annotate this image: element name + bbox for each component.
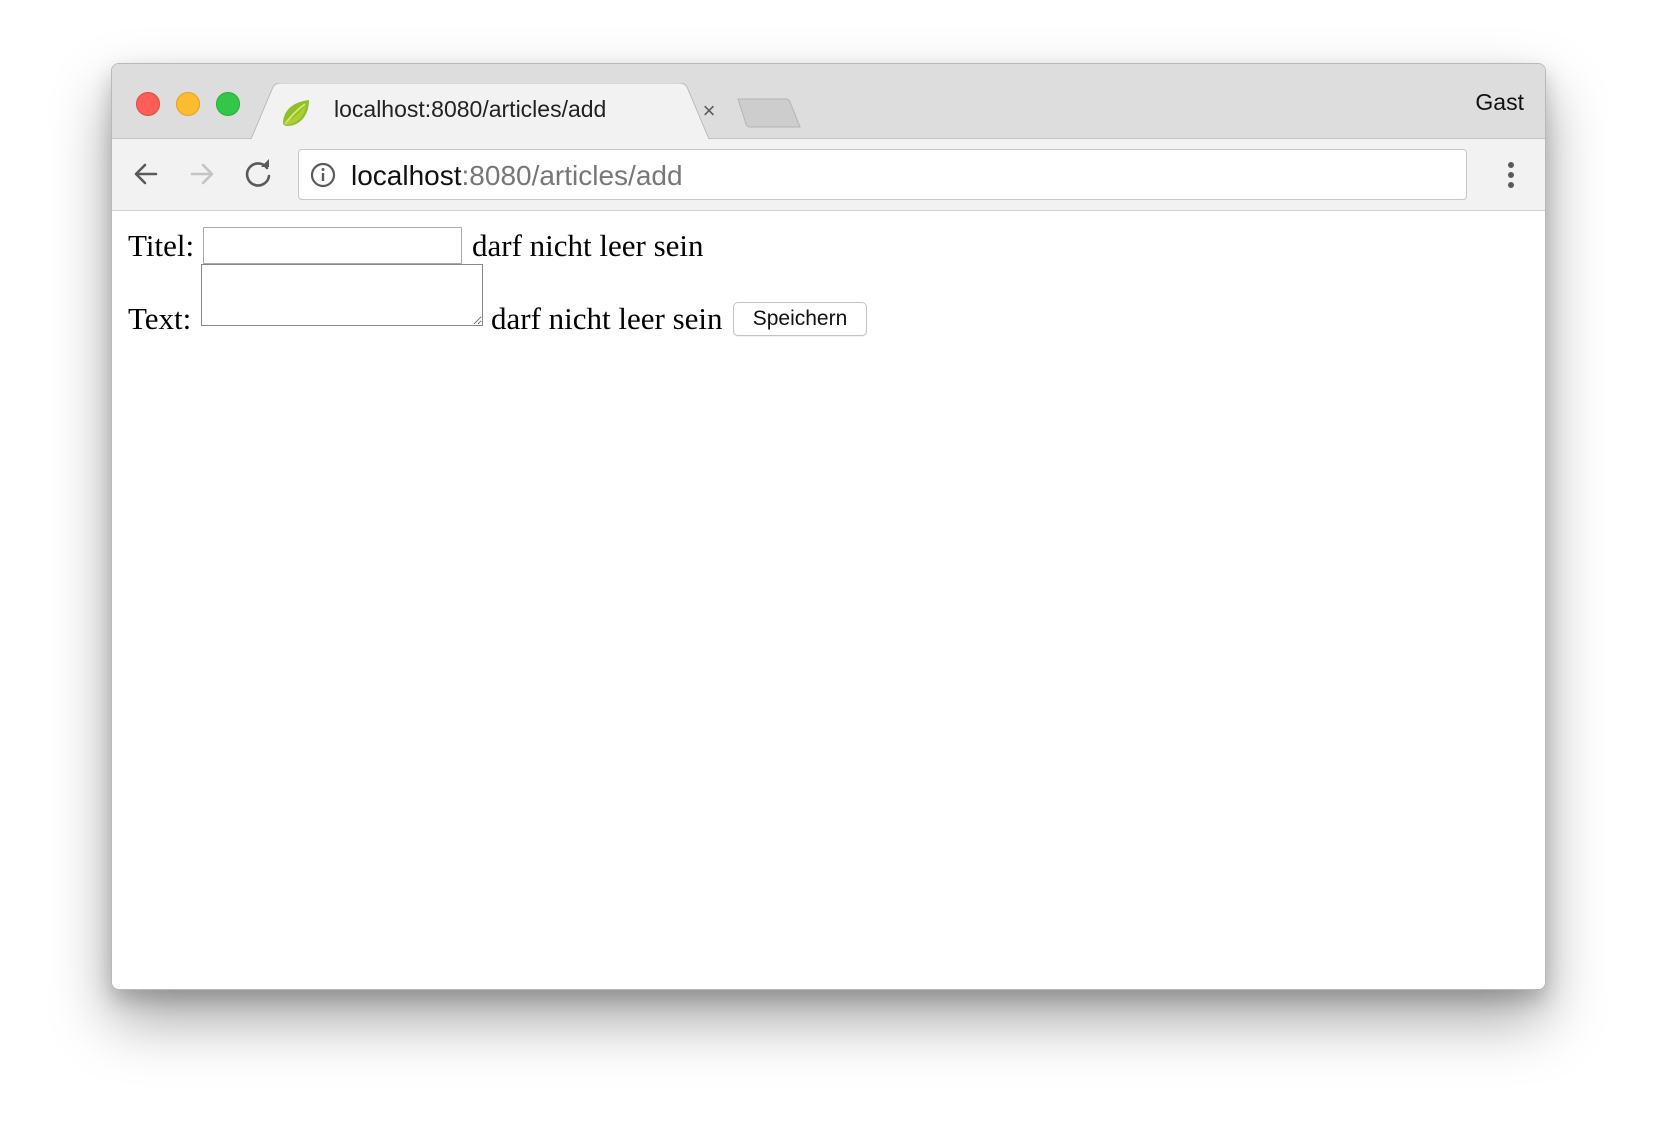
url-host: localhost — [351, 160, 462, 191]
close-window-button[interactable] — [136, 92, 160, 116]
browser-toolbar: localhost:8080/articles/add — [112, 139, 1545, 211]
url-text: localhost:8080/articles/add — [351, 160, 683, 192]
profile-label[interactable]: Gast — [1475, 89, 1524, 116]
tab-close-icon[interactable]: × — [695, 97, 723, 125]
arrow-right-icon[interactable] — [184, 156, 220, 192]
page-content: Titel: darf nicht leer sein Text: darf n… — [112, 211, 1545, 989]
title-error-message: darf nicht leer sein — [472, 228, 704, 263]
save-button[interactable]: Speichern — [733, 302, 867, 336]
maximize-window-button[interactable] — [216, 92, 240, 116]
text-error-message: darf nicht leer sein — [491, 301, 723, 336]
reload-icon[interactable] — [240, 156, 276, 192]
active-tab[interactable]: localhost:8080/articles/add × — [251, 83, 721, 139]
title-input[interactable] — [203, 227, 462, 264]
text-textarea[interactable] — [201, 264, 483, 326]
address-bar[interactable]: localhost:8080/articles/add — [298, 149, 1467, 200]
spring-leaf-icon — [283, 100, 309, 126]
minimize-window-button[interactable] — [176, 92, 200, 116]
screenshot-stage: localhost:8080/articles/add × Gast local… — [0, 0, 1654, 1146]
text-label: Text: — [128, 301, 192, 336]
title-bar: localhost:8080/articles/add × Gast — [112, 64, 1545, 139]
info-icon[interactable] — [310, 162, 336, 188]
arrow-left-icon[interactable] — [128, 156, 164, 192]
more-vertical-icon[interactable] — [1501, 157, 1521, 193]
url-path: :8080/articles/add — [461, 160, 683, 191]
title-label: Titel: — [128, 228, 195, 263]
browser-window: localhost:8080/articles/add × Gast local… — [111, 63, 1546, 990]
tab-title: localhost:8080/articles/add — [334, 96, 607, 122]
new-tab-button[interactable] — [736, 97, 802, 129]
